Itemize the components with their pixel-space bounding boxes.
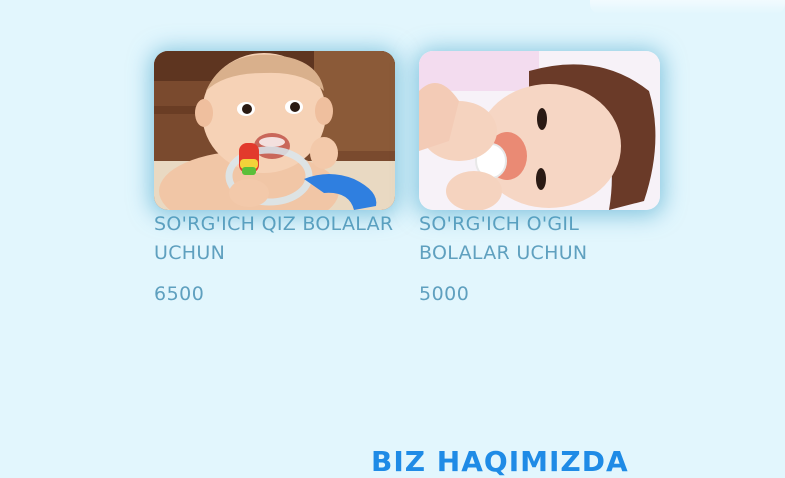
product-title[interactable]: SO'RG'ICH O'GIL BOLALAR UCHUN bbox=[419, 210, 660, 268]
baby-with-pacifier-photo-icon bbox=[419, 51, 660, 210]
product-price: 5000 bbox=[419, 283, 470, 305]
product-card[interactable]: SO'RG'ICH O'GIL BOLALAR UCHUN 5000 bbox=[419, 51, 660, 306]
product-price: 6500 bbox=[154, 283, 205, 305]
baby-with-teether-photo-icon bbox=[154, 51, 395, 210]
product-photo[interactable] bbox=[419, 51, 660, 210]
product-photo[interactable] bbox=[154, 51, 395, 210]
top-glow bbox=[590, 0, 785, 14]
about-heading: BIZ HAQIMIZDA bbox=[371, 445, 629, 478]
product-title[interactable]: SO'RG'ICH QIZ BOLALAR UCHUN bbox=[154, 210, 395, 268]
product-card[interactable]: SO'RG'ICH QIZ BOLALAR UCHUN 6500 bbox=[154, 51, 395, 306]
